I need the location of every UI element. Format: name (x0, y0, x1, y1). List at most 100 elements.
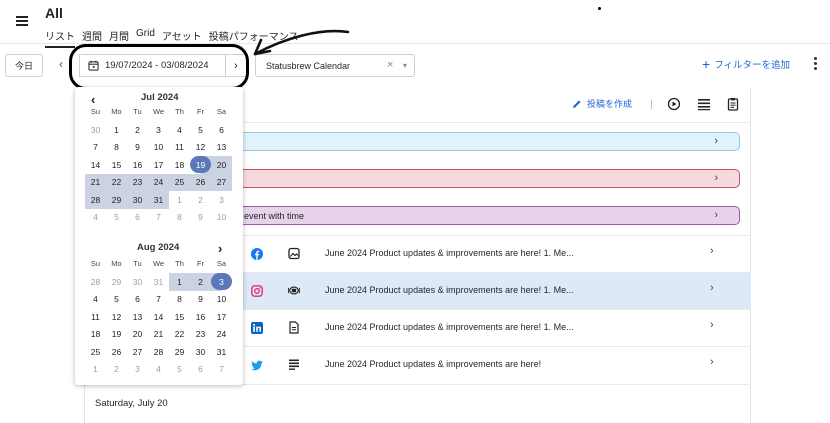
today-button[interactable]: 今日 (5, 54, 43, 77)
calendar-day[interactable]: 17 (148, 156, 169, 174)
calendar-day[interactable]: 5 (106, 209, 127, 227)
clear-icon[interactable]: × (387, 59, 393, 71)
calendar-day[interactable]: 14 (148, 308, 169, 326)
calendar-day[interactable]: 27 (127, 343, 148, 361)
calendar-day[interactable]: 15 (106, 156, 127, 174)
calendar-day[interactable]: 18 (85, 326, 106, 344)
calendar-day[interactable]: 3 (211, 273, 232, 291)
calendar-day[interactable]: 10 (148, 139, 169, 157)
calendar-day[interactable]: 4 (169, 121, 190, 139)
calendar-day[interactable]: 16 (190, 308, 211, 326)
calendar-day[interactable]: 1 (106, 121, 127, 139)
calendar-day[interactable]: 30 (85, 121, 106, 139)
calendar-day[interactable]: 16 (127, 156, 148, 174)
calendar-day[interactable]: 25 (169, 173, 190, 191)
calendar-day[interactable]: 22 (106, 173, 127, 191)
calendar-day[interactable]: 6 (127, 209, 148, 227)
calendar-day[interactable]: 9 (190, 291, 211, 309)
calendar-day[interactable]: 5 (169, 361, 190, 379)
calendar-day[interactable]: 26 (106, 343, 127, 361)
calendar-day[interactable]: 5 (190, 121, 211, 139)
calendar-day[interactable]: 3 (127, 361, 148, 379)
calendar-day[interactable]: 12 (106, 308, 127, 326)
calendar-day[interactable]: 22 (169, 326, 190, 344)
calendar-day[interactable]: 11 (85, 308, 106, 326)
calendar-day[interactable]: 8 (169, 209, 190, 227)
calendar-day[interactable]: 31 (148, 191, 169, 209)
menu-icon[interactable] (16, 16, 28, 26)
previous-month-button[interactable]: ‹ (91, 93, 95, 106)
calendar-day[interactable]: 31 (211, 343, 232, 361)
calendar-day[interactable]: 23 (127, 173, 148, 191)
calendar-day[interactable]: 10 (211, 209, 232, 227)
calendar-day[interactable]: 6 (190, 361, 211, 379)
clipboard-icon[interactable] (726, 97, 740, 111)
calendar-day[interactable]: 15 (169, 308, 190, 326)
calendar-day[interactable]: 4 (85, 291, 106, 309)
calendar-day[interactable]: 31 (148, 273, 169, 291)
tab-list[interactable]: リスト (45, 28, 75, 48)
calendar-day[interactable]: 1 (85, 361, 106, 379)
calendar-day[interactable]: 10 (211, 291, 232, 309)
next-month-button[interactable]: › (218, 242, 222, 255)
calendar-day[interactable]: 20 (211, 156, 232, 174)
calendar-day[interactable]: 2 (106, 361, 127, 379)
calendar-day[interactable]: 9 (190, 209, 211, 227)
tab-assets[interactable]: アセット (162, 28, 202, 48)
add-filter-button[interactable]: + フィルターを追加 (702, 57, 790, 71)
calendar-day[interactable]: 6 (211, 121, 232, 139)
calendar-day[interactable]: 5 (106, 291, 127, 309)
calendar-day[interactable]: 2 (190, 273, 211, 291)
calendar-day[interactable]: 13 (211, 139, 232, 157)
more-vert-icon[interactable] (812, 57, 818, 71)
calendar-day[interactable]: 21 (148, 326, 169, 344)
calendar-day[interactable]: 19 (190, 156, 211, 174)
calendar-day[interactable]: 29 (106, 191, 127, 209)
calendar-day[interactable]: 9 (127, 139, 148, 157)
tab-monthly[interactable]: 月間 (109, 28, 129, 48)
previous-range-button[interactable]: ‹ (59, 57, 63, 71)
calendar-day[interactable]: 25 (85, 343, 106, 361)
calendar-day[interactable]: 4 (148, 361, 169, 379)
all-day-event-banner[interactable]: › (242, 132, 740, 151)
calendar-day[interactable]: 30 (127, 191, 148, 209)
calendar-day[interactable]: 8 (169, 291, 190, 309)
calendar-day[interactable]: 14 (85, 156, 106, 174)
calendar-day[interactable]: 29 (169, 343, 190, 361)
calendar-day[interactable]: 3 (211, 191, 232, 209)
calendar-day[interactable]: 24 (211, 326, 232, 344)
calendar-day[interactable]: 2 (127, 121, 148, 139)
calendar-day[interactable]: 1 (169, 273, 190, 291)
tab-weekly[interactable]: 週間 (82, 28, 102, 48)
calendar-day[interactable]: 2 (190, 191, 211, 209)
calendar-day[interactable]: 7 (148, 209, 169, 227)
calendar-day[interactable]: 23 (190, 326, 211, 344)
calendar-day[interactable]: 28 (85, 273, 106, 291)
calendar-day[interactable]: 6 (127, 291, 148, 309)
tab-grid[interactable]: Grid (136, 28, 155, 48)
calendar-day[interactable]: 13 (127, 308, 148, 326)
list-view-icon[interactable] (697, 97, 711, 111)
date-range-button[interactable]: 19/07/2024 - 03/08/2024 (79, 54, 225, 77)
calendar-day[interactable]: 4 (85, 209, 106, 227)
create-post-button[interactable]: 投稿を作成 (572, 97, 632, 110)
calendar-day[interactable]: 21 (85, 173, 106, 191)
chevron-down-icon[interactable]: ▾ (403, 61, 407, 70)
calendar-day[interactable]: 12 (190, 139, 211, 157)
calendar-day[interactable]: 7 (85, 139, 106, 157)
calendar-day[interactable]: 28 (85, 191, 106, 209)
calendar-day[interactable]: 27 (211, 173, 232, 191)
calendar-day[interactable]: 26 (190, 173, 211, 191)
calendar-day[interactable]: 19 (106, 326, 127, 344)
play-circle-icon[interactable] (667, 97, 681, 111)
calendar-day[interactable]: 18 (169, 156, 190, 174)
calendar-day[interactable]: 3 (148, 121, 169, 139)
calendar-day[interactable]: 30 (190, 343, 211, 361)
calendar-day[interactable]: 7 (211, 361, 232, 379)
calendar-day[interactable]: 20 (127, 326, 148, 344)
calendar-day[interactable]: 29 (106, 273, 127, 291)
calendar-day[interactable]: 7 (148, 291, 169, 309)
calendar-day[interactable]: 11 (169, 139, 190, 157)
calendar-day[interactable]: 24 (148, 173, 169, 191)
calendar-day[interactable]: 30 (127, 273, 148, 291)
